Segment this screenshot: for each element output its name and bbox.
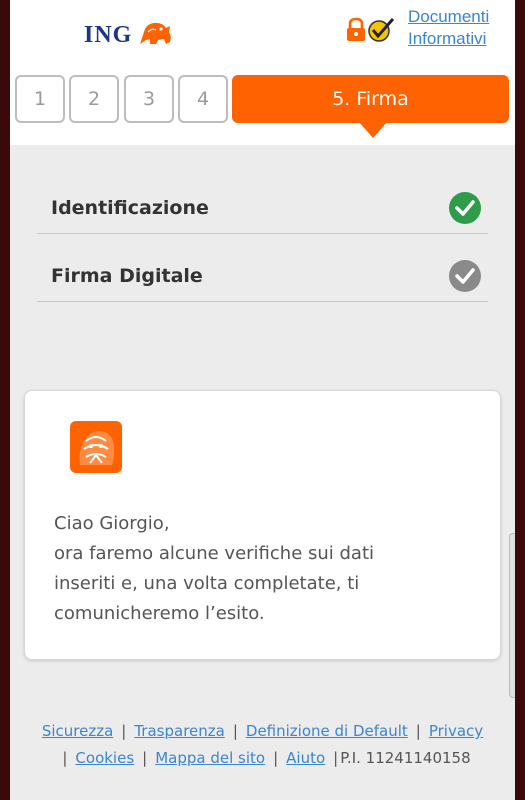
message-greeting: Ciao Giorgio, <box>54 513 170 534</box>
footer: Sicurezza | Trasparenza | Definizione di Def… <box>41 722 484 767</box>
checklist-label: Firma Digitale <box>51 264 203 287</box>
ing-lion-icon <box>136 18 174 52</box>
header: ING Documenti Informativi 1 2 3 4 5. Fir… <box>10 0 515 145</box>
ing-logo[interactable]: ING <box>84 18 174 52</box>
checklist-item-identificazione: Identificazione <box>37 182 488 234</box>
footer-link-default[interactable]: Definizione di Default <box>246 722 408 740</box>
vat-number: P.I. 11241140158 <box>340 749 471 767</box>
footer-link-aiuto[interactable]: Aiuto <box>286 749 325 767</box>
footer-link-mappa[interactable]: Mappa del sito <box>155 749 265 767</box>
documenti-informativi-link[interactable]: Documenti Informativi <box>408 6 508 50</box>
footer-link-trasparenza[interactable]: Trasparenza <box>134 722 224 740</box>
step-progress: 1 2 3 4 5. Firma <box>15 75 510 138</box>
checklist-item-firma-digitale: Firma Digitale <box>37 250 488 302</box>
page: ING Documenti Informativi 1 2 3 4 5. Fir… <box>10 0 515 800</box>
ing-lion-icon <box>70 421 122 477</box>
lock-icon <box>345 17 367 47</box>
security-badges[interactable] <box>345 16 395 48</box>
check-circle-icon <box>449 192 481 224</box>
message-line: comunicheremo l’esito. <box>54 603 265 624</box>
step-1[interactable]: 1 <box>15 75 65 123</box>
footer-link-privacy[interactable]: Privacy <box>429 722 483 740</box>
message-line: inseriti e, una volta completate, ti <box>54 573 360 594</box>
message-line: ora faremo alcune verifiche sui dati <box>54 543 375 564</box>
footer-link-sicurezza[interactable]: Sicurezza <box>42 722 113 740</box>
message-card: Ciao Giorgio, ora faremo alcune verifich… <box>24 390 501 660</box>
scroll-handle[interactable] <box>509 533 515 698</box>
footer-link-cookies[interactable]: Cookies <box>75 749 134 767</box>
status-message: Ciao Giorgio, ora faremo alcune verifich… <box>54 509 474 629</box>
step-5-active[interactable]: 5. Firma <box>232 75 509 123</box>
checklist-label: Identificazione <box>51 196 209 219</box>
brand-name: ING <box>84 21 133 48</box>
shield-check-icon <box>367 16 395 48</box>
active-step-pointer <box>359 122 387 138</box>
step-3[interactable]: 3 <box>124 75 174 123</box>
step-4[interactable]: 4 <box>178 75 228 123</box>
step-2[interactable]: 2 <box>69 75 119 123</box>
check-circle-icon <box>449 260 481 292</box>
